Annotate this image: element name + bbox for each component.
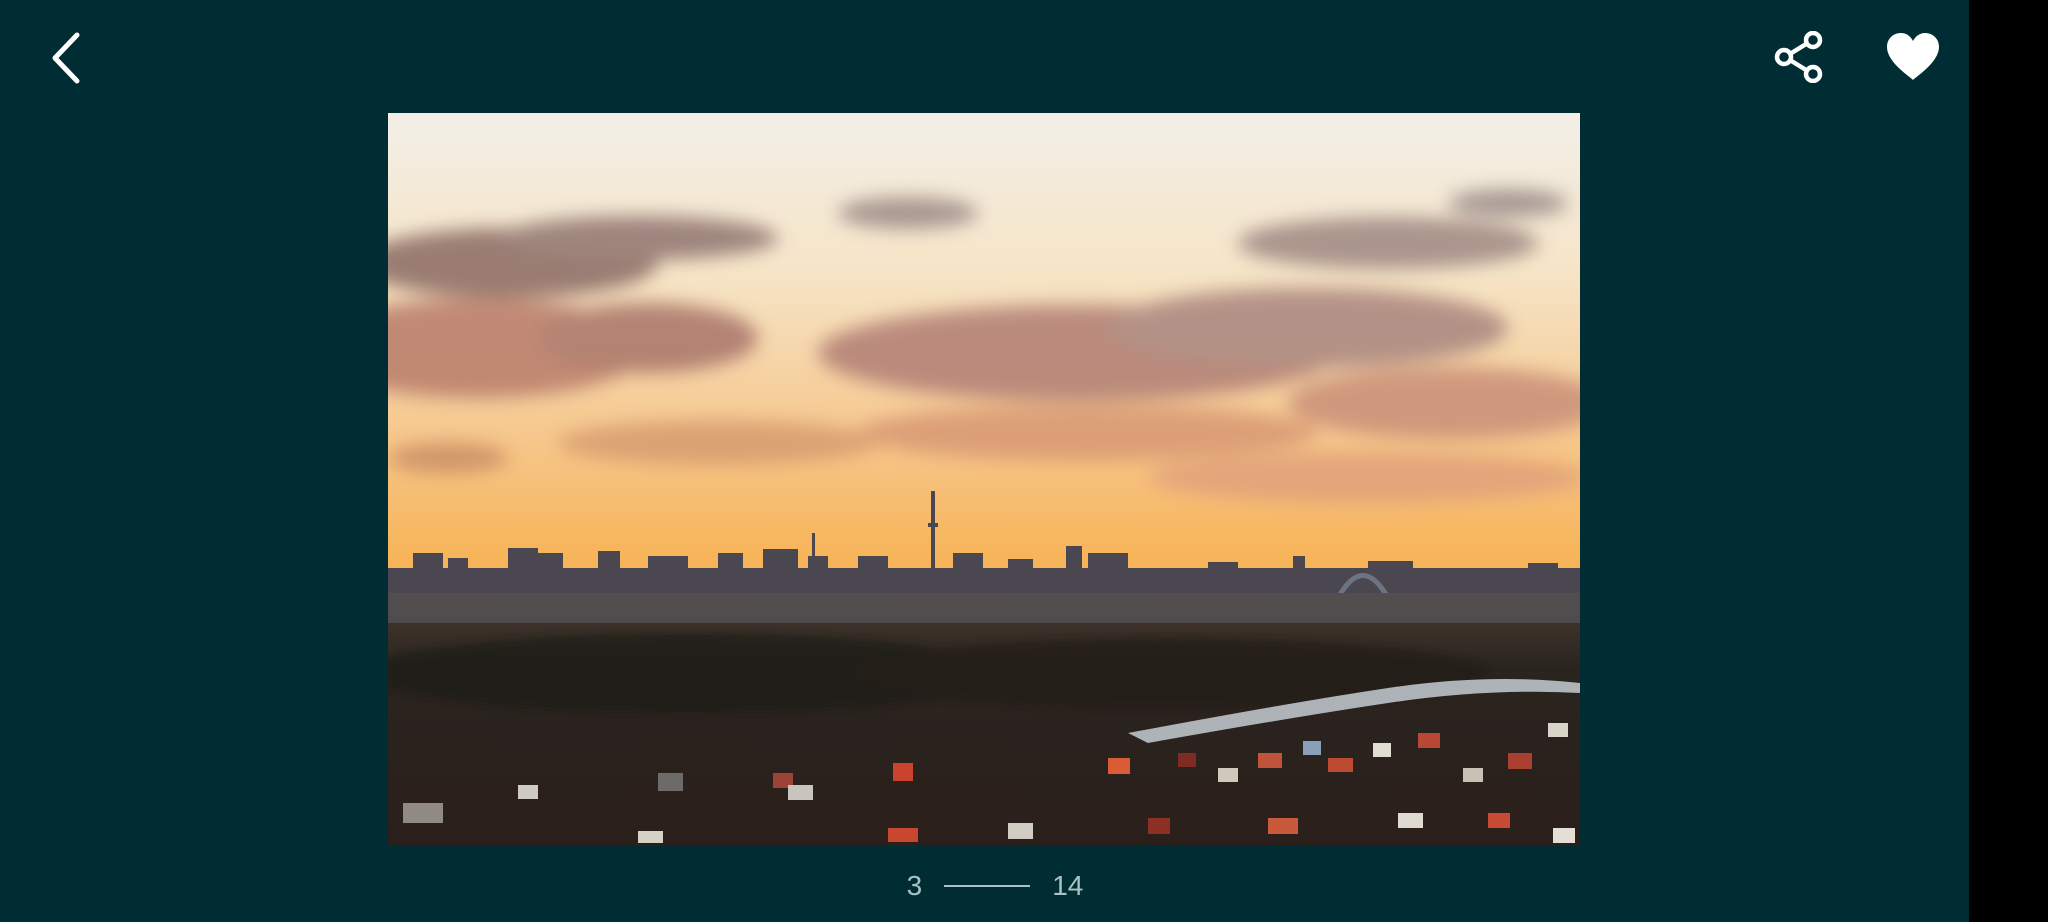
share-button[interactable]: [1764, 22, 1834, 92]
share-icon: [1774, 31, 1823, 83]
photo-viewer: 3 14: [0, 0, 1969, 922]
photo-image[interactable]: [388, 113, 1580, 846]
pager-divider: [944, 885, 1031, 887]
heart-icon: [1887, 33, 1939, 80]
back-button[interactable]: [34, 22, 98, 94]
favorite-button[interactable]: [1876, 22, 1950, 92]
photo-pager: 3 14: [880, 862, 1110, 910]
pager-total: 14: [1052, 870, 1084, 901]
chevron-left-icon: [52, 32, 80, 84]
right-edge-strip: [1969, 0, 2048, 922]
sunset-cityscape-image: [388, 113, 1580, 846]
pager-current: 3: [906, 870, 923, 901]
